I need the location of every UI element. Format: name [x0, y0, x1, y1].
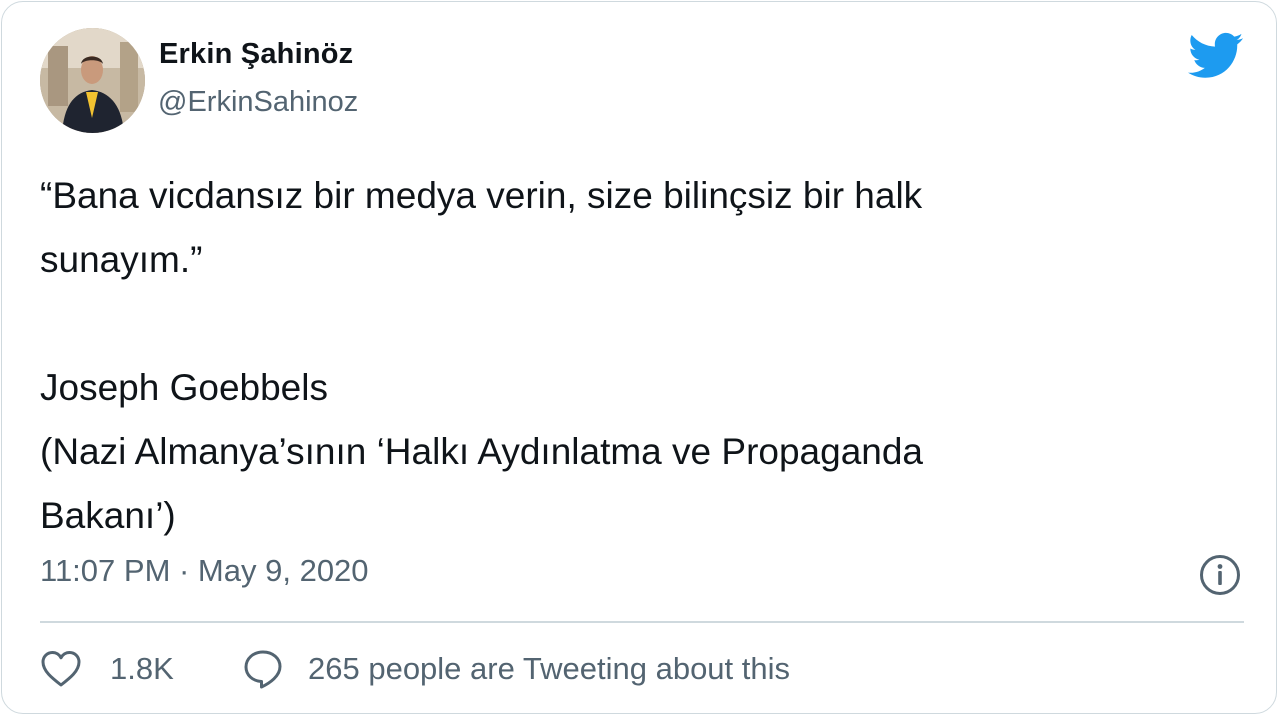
tweet-line: Joseph Goebbels — [40, 367, 328, 408]
info-icon[interactable] — [1199, 554, 1241, 596]
avatar[interactable] — [40, 28, 145, 133]
speech-bubble-icon — [244, 650, 282, 689]
conversation-text: 265 people are Tweeting about this — [308, 651, 791, 686]
heart-icon — [41, 651, 81, 687]
tweet-line: “Bana vicdansız bir medya verin, size bi… — [40, 175, 923, 216]
avatar-photo — [40, 28, 145, 133]
tweet-line: (Nazi Almanya’sının ‘Halkı Aydınlatma ve… — [40, 431, 924, 472]
tweet-line: sunayım.” — [40, 239, 203, 280]
conversation-link[interactable]: 265 people are Tweeting about this — [242, 647, 790, 691]
twitter-bird-icon[interactable] — [1188, 32, 1244, 80]
tweet-text: “Bana vicdansız bir medya verin, size bi… — [40, 164, 1190, 548]
tweet-card: Erkin Şahinöz @ErkinSahinoz “Bana vicdan… — [1, 1, 1277, 714]
divider — [40, 621, 1244, 623]
author-handle[interactable]: @ErkinSahinoz — [158, 86, 358, 119]
tweet-timestamp[interactable]: 11:07 PM · May 9, 2020 — [40, 553, 369, 589]
tweet-line: Bakanı’) — [40, 495, 176, 536]
like-count: 1.8K — [110, 651, 174, 686]
like-button[interactable]: 1.8K — [40, 647, 174, 691]
author-name[interactable]: Erkin Şahinöz — [159, 38, 353, 71]
